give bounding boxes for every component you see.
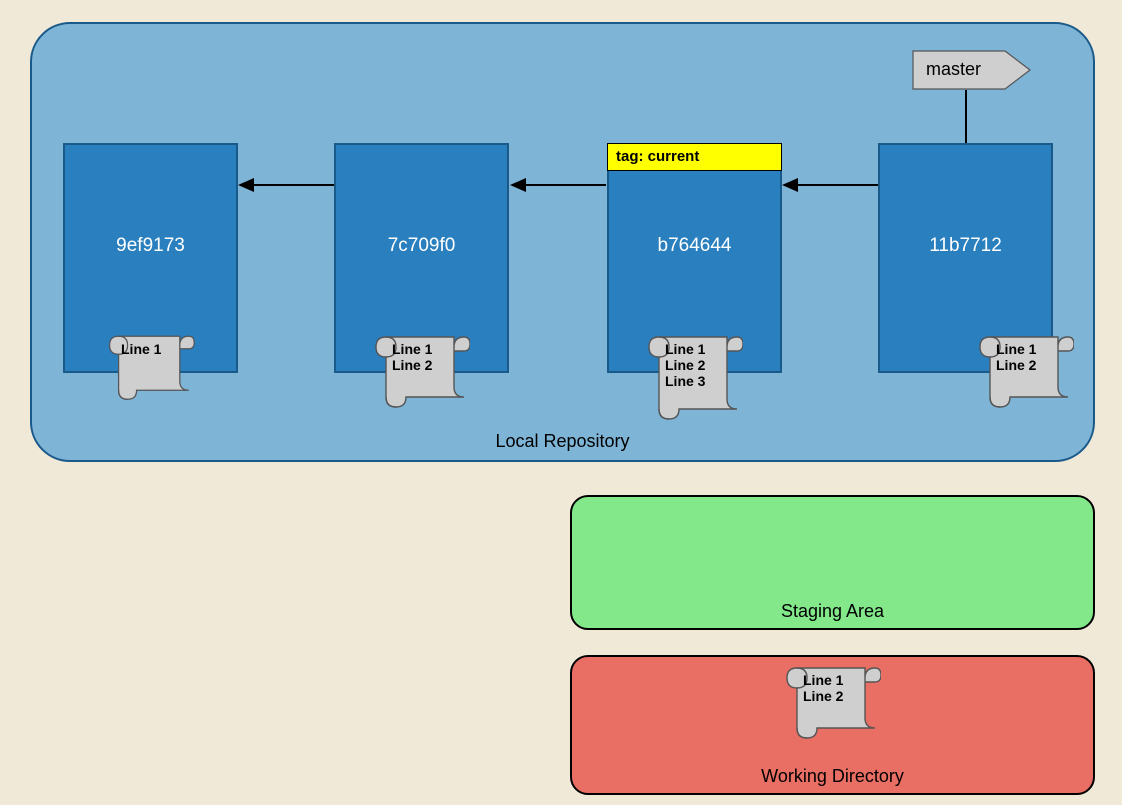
staging-area: Staging Area	[570, 495, 1095, 630]
commit-2-hash: 7c709f0	[336, 235, 507, 257]
working-directory-file-scroll: Line 1 Line 2	[785, 660, 881, 740]
commit-4-file-content: Line 1 Line 2	[996, 341, 1036, 373]
commit-3-hash: b764644	[609, 235, 780, 257]
arrow-c4-to-c3	[780, 175, 880, 195]
commit-4-hash: 11b7712	[880, 235, 1051, 257]
commit-4-file-scroll: Line 1 Line 2	[978, 329, 1074, 409]
arrow-c3-to-c2	[508, 175, 608, 195]
working-directory-file-content: Line 1 Line 2	[803, 672, 843, 704]
staging-area-label: Staging Area	[781, 601, 884, 622]
commit-1-hash: 9ef9173	[65, 235, 236, 257]
commit-2-file-content: Line 1 Line 2	[392, 341, 432, 373]
commit-3-tag: tag: current	[607, 143, 782, 171]
commit-1-file-scroll: Line 1	[103, 329, 199, 399]
working-directory-label: Working Directory	[761, 766, 904, 787]
local-repository-label: Local Repository	[495, 431, 629, 452]
arrow-c2-to-c1	[236, 175, 336, 195]
master-label: master	[926, 59, 981, 80]
commit-1-file-content: Line 1	[121, 341, 161, 357]
commit-3-file-content: Line 1 Line 2 Line 3	[665, 341, 705, 389]
commit-3-file-scroll: Line 1 Line 2 Line 3	[647, 329, 743, 421]
commit-2-file-scroll: Line 1 Line 2	[374, 329, 470, 409]
